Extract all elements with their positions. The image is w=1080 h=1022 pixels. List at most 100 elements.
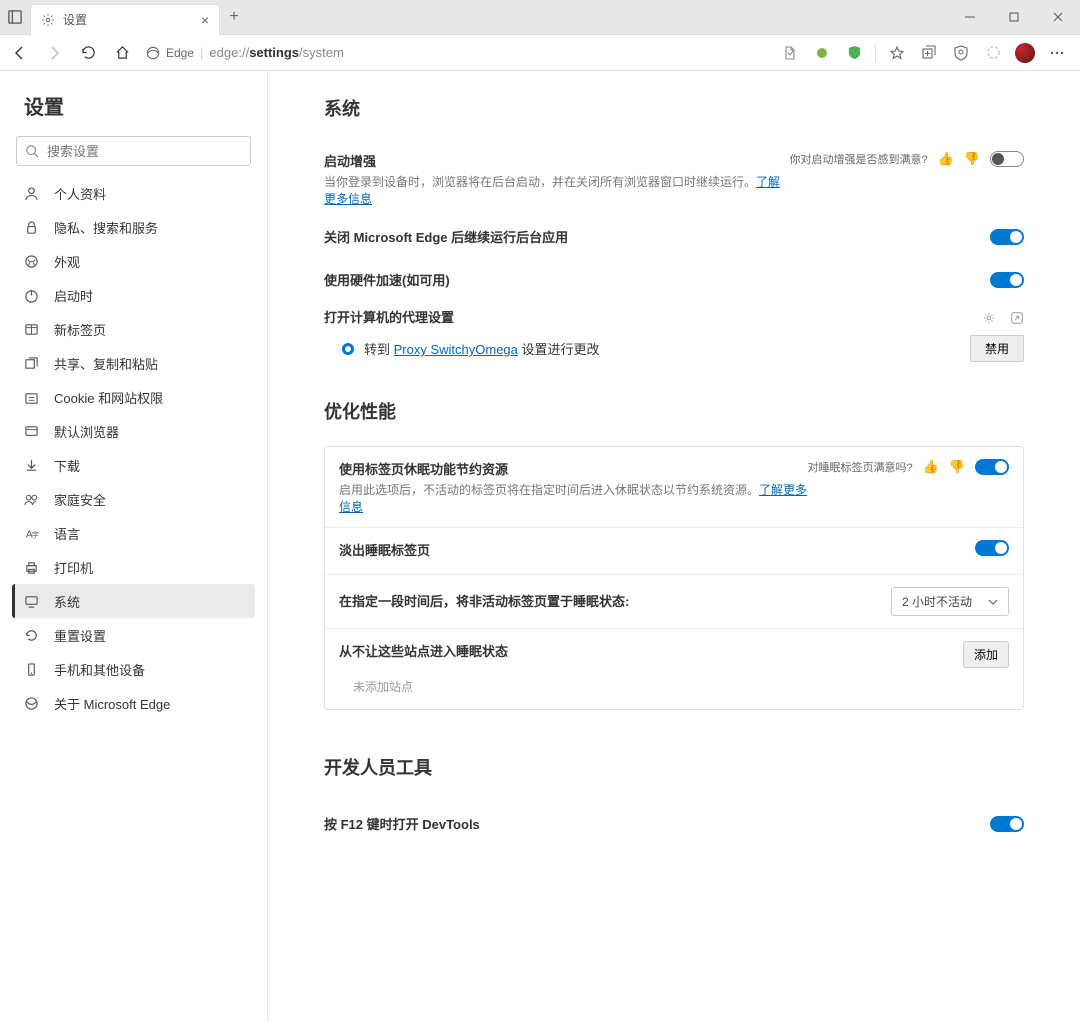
performance-title: 优化性能 bbox=[324, 398, 1024, 424]
sidebar-item-label: Cookie 和网站权限 bbox=[54, 388, 163, 407]
browser-tab[interactable]: 设置 × bbox=[30, 4, 220, 35]
window-controls bbox=[948, 0, 1080, 35]
nav-icon bbox=[24, 594, 40, 609]
minimize-button[interactable] bbox=[948, 0, 992, 35]
thumbs-down-icon[interactable]: 👎 bbox=[964, 151, 980, 167]
profile-avatar[interactable] bbox=[1010, 38, 1040, 68]
chevron-down-icon bbox=[988, 599, 998, 605]
sidebar-item-14[interactable]: 手机和其他设备 bbox=[12, 652, 255, 686]
sleep-timeout-dropdown[interactable]: 2 小时不活动 bbox=[891, 587, 1009, 616]
hardware-accel-toggle[interactable] bbox=[990, 272, 1024, 288]
gear-icon[interactable] bbox=[982, 311, 996, 325]
sidebar-item-0[interactable]: 个人资料 bbox=[12, 176, 255, 210]
sidebar-item-8[interactable]: 下载 bbox=[12, 448, 255, 482]
maximize-button[interactable] bbox=[992, 0, 1036, 35]
proxy-heading-row: 打开计算机的代理设置 bbox=[324, 307, 1024, 329]
thumbs-up-icon[interactable]: 👍 bbox=[938, 151, 954, 167]
back-button[interactable] bbox=[4, 37, 36, 69]
shield-icon[interactable] bbox=[839, 38, 869, 68]
address-bar[interactable]: Edge | edge://settings/system bbox=[140, 45, 773, 60]
thumbs-down-icon[interactable]: 👎 bbox=[949, 459, 965, 475]
sidebar-item-label: 隐私、搜索和服务 bbox=[54, 218, 158, 237]
refresh-button[interactable] bbox=[72, 37, 104, 69]
search-field[interactable] bbox=[47, 144, 242, 159]
tab-add-button[interactable]: + bbox=[220, 8, 248, 26]
nav-icon bbox=[24, 186, 40, 201]
sidebar-item-label: 外观 bbox=[54, 252, 80, 271]
fade-tabs-title: 淡出睡眠标签页 bbox=[339, 540, 975, 559]
sync-icon[interactable] bbox=[978, 38, 1008, 68]
nav-icon bbox=[24, 560, 40, 575]
nav-icon bbox=[24, 628, 40, 643]
sidebar-item-1[interactable]: 隐私、搜索和服务 bbox=[12, 210, 255, 244]
sidebar-item-4[interactable]: 新标签页 bbox=[12, 312, 255, 346]
sidebar-item-5[interactable]: 共享、复制和粘贴 bbox=[12, 346, 255, 380]
sidebar-item-10[interactable]: A字语言 bbox=[12, 516, 255, 550]
sidebar-item-15[interactable]: 关于 Microsoft Edge bbox=[12, 686, 255, 720]
sidebar-item-label: 个人资料 bbox=[54, 184, 106, 203]
sidebar-item-7[interactable]: 默认浏览器 bbox=[12, 414, 255, 448]
collections-icon[interactable] bbox=[914, 38, 944, 68]
f12-toggle[interactable] bbox=[990, 816, 1024, 832]
forward-button[interactable] bbox=[38, 37, 70, 69]
sidebar-item-2[interactable]: 外观 bbox=[12, 244, 255, 278]
startup-boost-toggle[interactable] bbox=[990, 151, 1024, 167]
sidebar-item-label: 手机和其他设备 bbox=[54, 660, 145, 679]
titlebar: 设置 × + bbox=[0, 0, 1080, 35]
proxy-link[interactable]: Proxy SwitchyOmega bbox=[394, 342, 518, 357]
nav-icon bbox=[24, 492, 40, 507]
sleep-tabs-toggle[interactable] bbox=[975, 459, 1009, 475]
disable-button[interactable]: 禁用 bbox=[970, 335, 1024, 362]
sidebar-item-label: 共享、复制和粘贴 bbox=[54, 354, 158, 373]
web-capture-icon[interactable] bbox=[946, 38, 976, 68]
sleep-tabs-row: 使用标签页休眠功能节约资源 启用此选项后，不活动的标签页将在指定时间后进入休眠状… bbox=[325, 447, 1023, 527]
tab-title: 设置 bbox=[63, 11, 193, 28]
nav-icon bbox=[24, 390, 40, 405]
hardware-accel-title: 使用硬件加速(如可用) bbox=[324, 270, 990, 289]
nav-icon bbox=[24, 424, 40, 439]
sleep-tabs-desc: 启用此选项后，不活动的标签页将在指定时间后进入休眠状态以节约系统资源。了解更多信… bbox=[339, 481, 808, 515]
read-aloud-icon[interactable] bbox=[775, 38, 805, 68]
toolbar-actions bbox=[775, 38, 1076, 68]
sidebar-item-12[interactable]: 系统 bbox=[12, 584, 255, 618]
sidebar-item-3[interactable]: 启动时 bbox=[12, 278, 255, 312]
sidebar: 设置 个人资料隐私、搜索和服务外观启动时新标签页共享、复制和粘贴Cookie 和… bbox=[0, 71, 268, 1022]
sleep-timeout-row: 在指定一段时间后，将非活动标签页置于睡眠状态: 2 小时不活动 bbox=[325, 574, 1023, 628]
thumbs-up-icon[interactable]: 👍 bbox=[923, 459, 939, 475]
add-site-button[interactable]: 添加 bbox=[963, 641, 1009, 668]
favorites-icon[interactable] bbox=[882, 38, 912, 68]
separator bbox=[875, 44, 876, 62]
continue-running-title: 关闭 Microsoft Edge 后继续运行后台应用 bbox=[324, 227, 990, 246]
sidebar-item-13[interactable]: 重置设置 bbox=[12, 618, 255, 652]
proxy-heading: 打开计算机的代理设置 bbox=[324, 307, 454, 326]
sidebar-item-6[interactable]: Cookie 和网站权限 bbox=[12, 380, 255, 414]
sidebar-item-label: 启动时 bbox=[54, 286, 93, 305]
sleep-tabs-title: 使用标签页休眠功能节约资源 bbox=[339, 459, 808, 478]
close-button[interactable] bbox=[1036, 0, 1080, 35]
tab-close-icon[interactable]: × bbox=[201, 12, 209, 28]
startup-boost-row: 启动增强 当你登录到设备时，浏览器将在后台启动，并在关闭所有浏览器窗口时继续运行… bbox=[324, 143, 1024, 215]
more-icon[interactable] bbox=[1042, 38, 1072, 68]
sidebar-item-label: 重置设置 bbox=[54, 626, 106, 645]
startup-boost-title: 启动增强 bbox=[324, 151, 790, 170]
fade-tabs-toggle[interactable] bbox=[975, 540, 1009, 556]
sidebar-item-9[interactable]: 家庭安全 bbox=[12, 482, 255, 516]
continue-running-toggle[interactable] bbox=[990, 229, 1024, 245]
proxy-text: 转到 Proxy SwitchyOmega 设置进行更改 bbox=[364, 339, 600, 358]
tab-area: 设置 × + bbox=[0, 0, 248, 35]
sidebar-item-11[interactable]: 打印机 bbox=[12, 550, 255, 584]
nav-icon bbox=[24, 288, 40, 303]
open-icon[interactable] bbox=[1010, 311, 1024, 325]
sidebar-item-label: 关于 Microsoft Edge bbox=[54, 694, 170, 713]
main-content: 系统 启动增强 当你登录到设备时，浏览器将在后台启动，并在关闭所有浏览器窗口时继… bbox=[268, 71, 1080, 1022]
search-input[interactable] bbox=[16, 136, 251, 166]
home-button[interactable] bbox=[106, 37, 138, 69]
proxy-line: 转到 Proxy SwitchyOmega 设置进行更改 禁用 bbox=[324, 329, 1024, 362]
never-sleep-row: 从不让这些站点进入睡眠状态 添加 bbox=[325, 628, 1023, 672]
nav-icon bbox=[24, 458, 40, 473]
never-sleep-empty: 未添加站点 bbox=[325, 672, 1023, 709]
continue-running-row: 关闭 Microsoft Edge 后继续运行后台应用 bbox=[324, 215, 1024, 258]
startup-boost-desc: 当你登录到设备时，浏览器将在后台启动，并在关闭所有浏览器窗口时继续运行。了解更多… bbox=[324, 173, 790, 207]
extension-dot-icon[interactable] bbox=[807, 38, 837, 68]
app-menu-icon[interactable] bbox=[0, 10, 30, 24]
